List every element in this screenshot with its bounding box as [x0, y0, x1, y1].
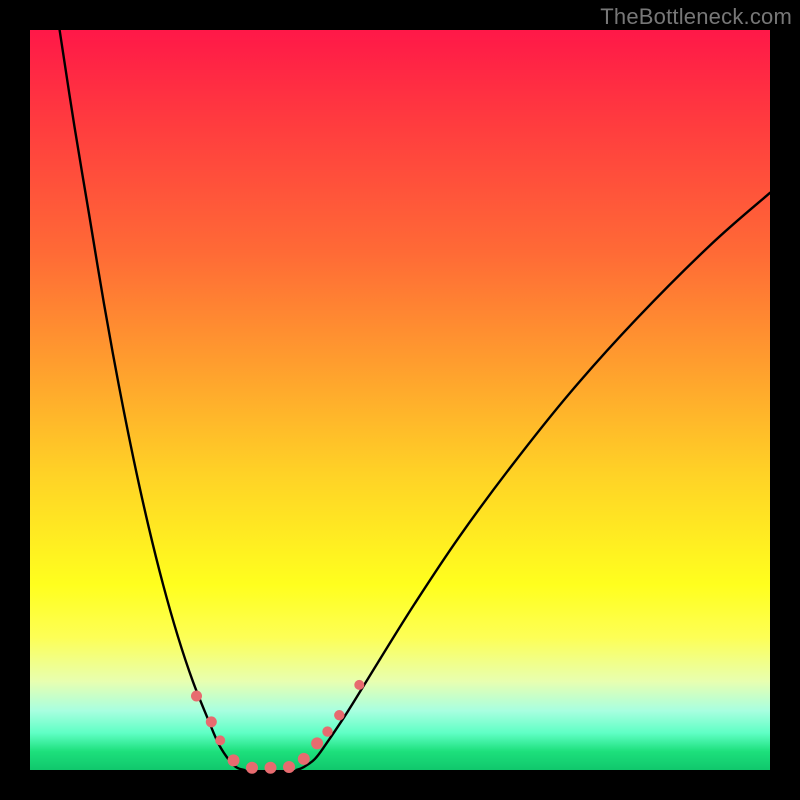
chart-stage: TheBottleneck.com — [0, 0, 800, 800]
data-marker — [298, 753, 310, 765]
data-marker — [246, 762, 258, 774]
data-marker — [322, 726, 332, 736]
data-marker — [334, 710, 344, 720]
data-marker — [283, 761, 295, 773]
data-marker — [265, 762, 277, 774]
chart-svg — [30, 30, 770, 770]
data-marker — [228, 754, 240, 766]
data-marker — [206, 716, 217, 727]
data-marker — [215, 735, 225, 745]
data-marker — [191, 691, 202, 702]
data-marker — [354, 680, 364, 690]
right-curve — [296, 193, 770, 770]
left-curve — [60, 30, 245, 770]
watermark-label: TheBottleneck.com — [600, 4, 792, 30]
plot-area — [30, 30, 770, 770]
data-marker — [311, 737, 323, 749]
curve-group — [60, 30, 770, 770]
